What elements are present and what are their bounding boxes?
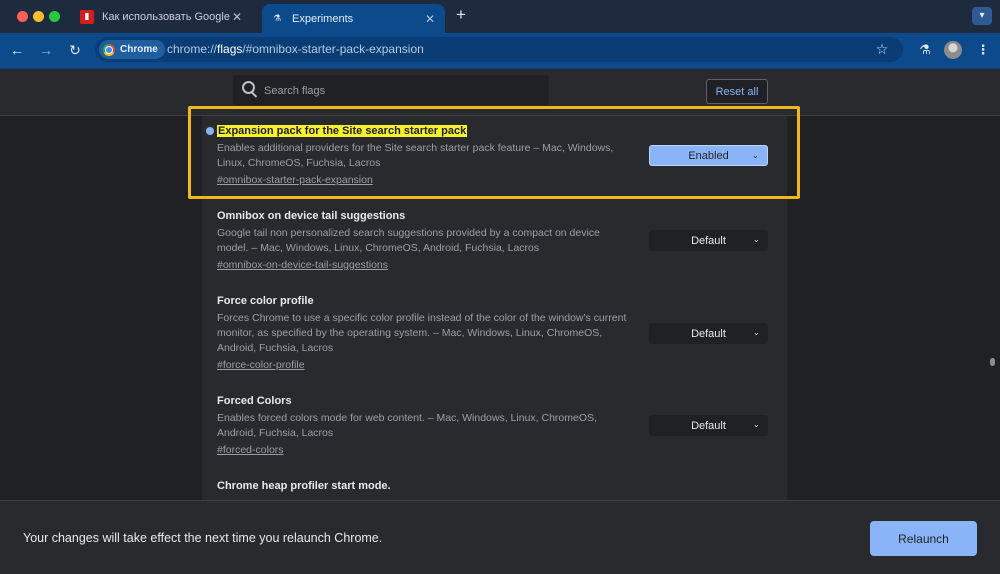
profile-avatar[interactable] [944, 41, 962, 59]
tab-title: Experiments [292, 12, 354, 25]
flask-icon: ⚗ [272, 13, 282, 23]
tab-google-gemini[interactable]: ▮ Как использовать Google Ge ✕ [72, 4, 252, 29]
site-chip-label: Chrome [120, 44, 158, 55]
flag-item: Chrome heap profiler start mode. [217, 479, 777, 493]
flag-name: Forced Colors [217, 395, 292, 407]
chevron-down-icon: ⌄ [753, 420, 760, 429]
chrome-logo-icon [103, 43, 115, 56]
address-bar[interactable]: Chrome chrome://flags/#omnibox-starter-p… [95, 37, 903, 62]
toolbar: ← → ↻ Chrome chrome://flags/#omnibox-sta… [0, 33, 1000, 69]
flag-state-value: Default [691, 419, 726, 432]
minimize-window-button[interactable] [33, 11, 44, 22]
search-icon [241, 80, 259, 98]
reload-icon[interactable]: ↻ [66, 41, 84, 59]
relaunch-button[interactable]: Relaunch [870, 521, 977, 556]
zoom-window-button[interactable] [49, 11, 60, 22]
flag-state-select[interactable]: Default ⌄ [649, 323, 768, 344]
flag-item: Force color profile Forces Chrome to use… [217, 294, 777, 373]
flag-item: Omnibox on device tail suggestions Googl… [217, 209, 777, 273]
flag-state-select[interactable]: Default ⌄ [649, 415, 768, 436]
chevron-down-icon: ⌄ [753, 235, 760, 244]
tab-experiments[interactable]: ⚗ Experiments ✕ [262, 4, 445, 33]
relaunch-bar: Your changes will take effect the next t… [0, 500, 1000, 574]
chevron-down-icon: ⌄ [753, 328, 760, 337]
tab-search-chevron-icon[interactable]: ▾ [972, 7, 992, 25]
close-icon[interactable]: ✕ [423, 12, 437, 26]
tab-strip: ▮ Как использовать Google Ge ✕ ⚗ Experim… [0, 0, 1000, 34]
bookmark-star-icon[interactable]: ☆ [874, 41, 890, 57]
flag-permalink[interactable]: #omnibox-on-device-tail-suggestions [217, 258, 777, 273]
url-scheme: chrome:// [167, 42, 218, 56]
close-window-button[interactable] [17, 11, 28, 22]
forward-arrow-icon[interactable]: → [37, 41, 55, 59]
back-arrow-icon[interactable]: ← [8, 41, 26, 59]
flag-name: Force color profile [217, 295, 314, 307]
flag-name: Chrome heap profiler start mode. [217, 480, 391, 492]
labs-flask-icon[interactable]: ⚗ [916, 41, 934, 59]
flag-item: Forced Colors Enables forced colors mode… [217, 394, 777, 458]
scrollbar-thumb[interactable] [990, 358, 995, 366]
url-path: /#omnibox-starter-pack-expansion [242, 42, 424, 56]
search-flags-input[interactable] [262, 80, 546, 102]
url-text[interactable]: chrome://flags/#omnibox-starter-pack-exp… [167, 42, 424, 56]
kebab-menu-icon[interactable]: ⋮ [974, 41, 992, 59]
reset-all-button[interactable]: Reset all [706, 79, 768, 104]
flag-permalink[interactable]: #forced-colors [217, 443, 777, 458]
flag-name: Omnibox on device tail suggestions [217, 210, 406, 222]
relaunch-message: Your changes will take effect the next t… [23, 531, 383, 545]
new-tab-plus-icon[interactable]: + [452, 6, 470, 24]
red-document-icon: ▮ [80, 9, 94, 24]
flag-description: Enables forced colors mode for web conte… [217, 412, 597, 439]
flag-state-select[interactable]: Default ⌄ [649, 230, 768, 251]
flag-state-value: Default [691, 327, 726, 340]
tab-title: Как использовать Google Ge [102, 10, 230, 23]
site-info-chip[interactable]: Chrome [99, 40, 165, 59]
search-flags-box[interactable] [233, 75, 549, 105]
url-host: flags [217, 42, 243, 56]
close-icon[interactable]: ✕ [230, 10, 244, 24]
highlight-frame [188, 106, 800, 199]
flag-permalink[interactable]: #force-color-profile [217, 358, 777, 373]
flag-state-value: Default [691, 234, 726, 247]
flag-description: Forces Chrome to use a specific color pr… [217, 312, 627, 354]
flag-description: Google tail non personalized search sugg… [217, 227, 600, 254]
